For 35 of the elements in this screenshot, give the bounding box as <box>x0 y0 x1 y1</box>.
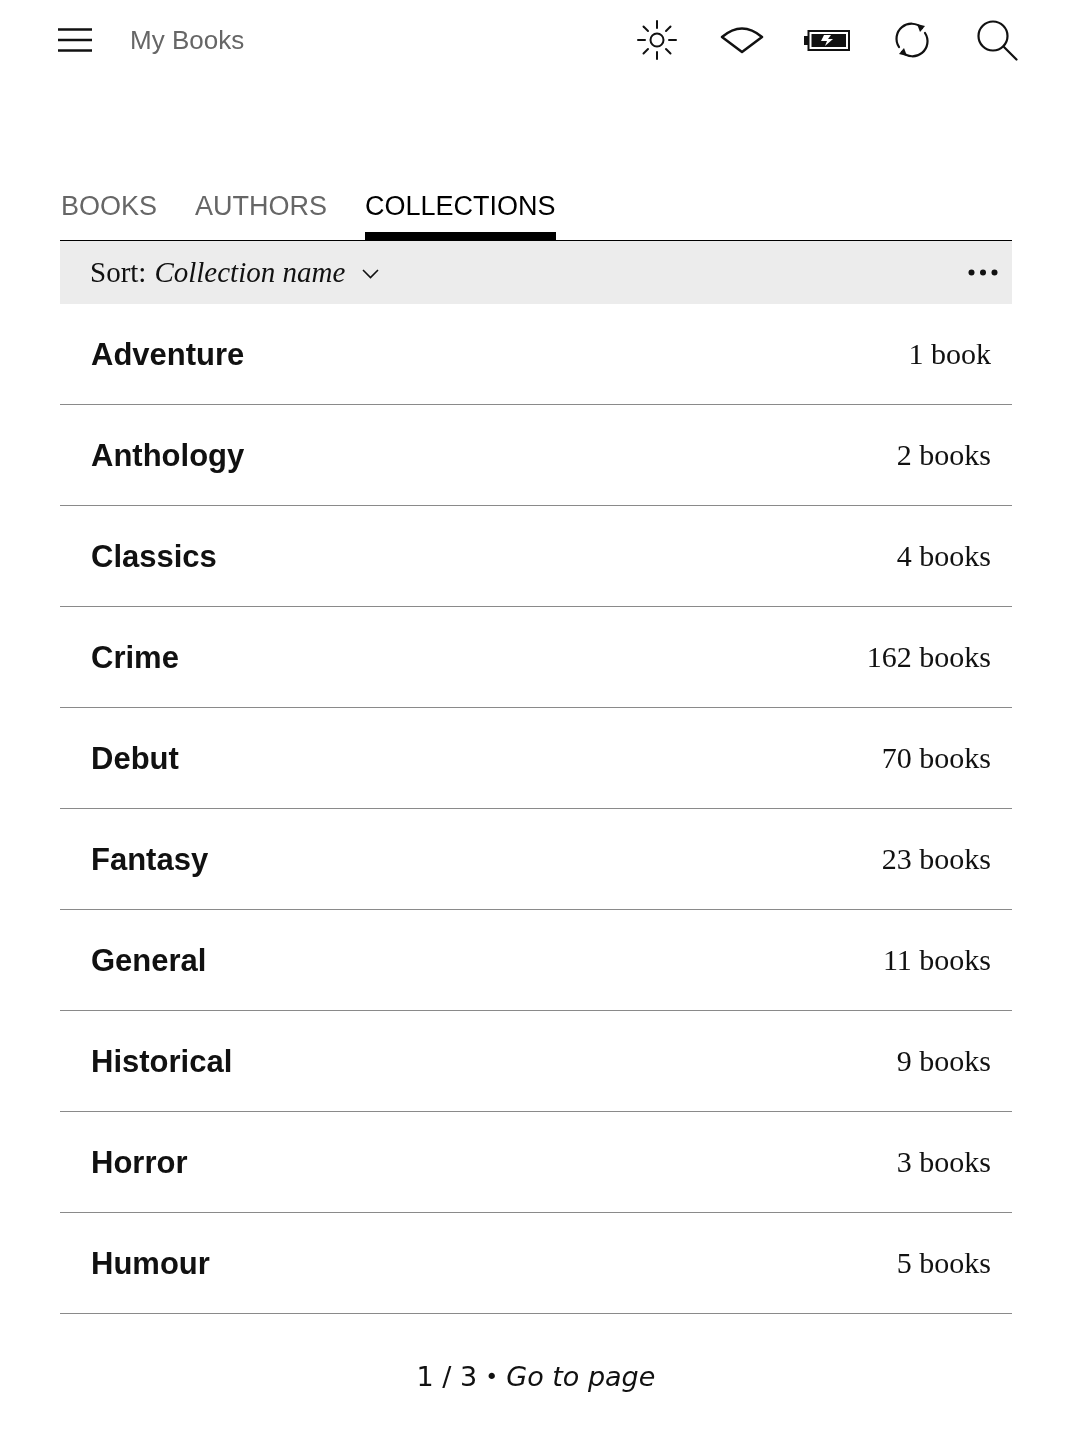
book-count: 4 books <box>896 541 991 571</box>
collection-name[interactable]: Anthology <box>91 439 245 471</box>
collection-name[interactable]: Crime <box>91 641 179 673</box>
collection-name[interactable]: General <box>91 944 207 976</box>
sort-dropdown[interactable]: Sort: Collection name <box>90 258 380 287</box>
book-count: 70 books <box>881 743 991 773</box>
book-count: 9 books <box>896 1046 991 1076</box>
chevron-down-icon <box>362 268 380 279</box>
page-indicator: 1 / 3 <box>416 1363 478 1390</box>
sync-icon[interactable] <box>893 21 931 59</box>
search-icon[interactable] <box>976 19 1018 61</box>
collection-name[interactable]: Horror <box>91 1146 188 1178</box>
separator-dot: • <box>485 1365 499 1388</box>
book-count: 23 books <box>881 844 991 874</box>
book-count: 162 books <box>866 642 991 672</box>
tab[interactable]: AUTHORS <box>195 190 328 240</box>
more-options-icon[interactable] <box>968 269 998 276</box>
collection-name[interactable]: Humour <box>91 1247 210 1279</box>
wifi-icon[interactable] <box>720 26 764 54</box>
tab[interactable]: BOOKS <box>61 190 158 240</box>
book-count: 11 books <box>882 945 991 975</box>
book-count: 2 books <box>896 440 991 470</box>
collection-name[interactable]: Fantasy <box>91 843 209 875</box>
collection-name[interactable]: Debut <box>91 742 179 774</box>
book-count: 5 books <box>896 1248 991 1278</box>
page-title: My Books <box>130 27 245 53</box>
book-count: 3 books <box>896 1147 991 1177</box>
brightness-icon[interactable] <box>637 20 677 60</box>
collection-name[interactable]: Adventure <box>91 338 245 370</box>
go-to-page-link[interactable]: Go to page <box>506 1363 656 1390</box>
battery-charging-icon[interactable] <box>803 29 850 51</box>
collection-name[interactable]: Classics <box>91 540 217 572</box>
menu-icon[interactable] <box>58 28 92 52</box>
book-count: 1 book <box>908 339 991 369</box>
collection-name[interactable]: Historical <box>91 1045 233 1077</box>
